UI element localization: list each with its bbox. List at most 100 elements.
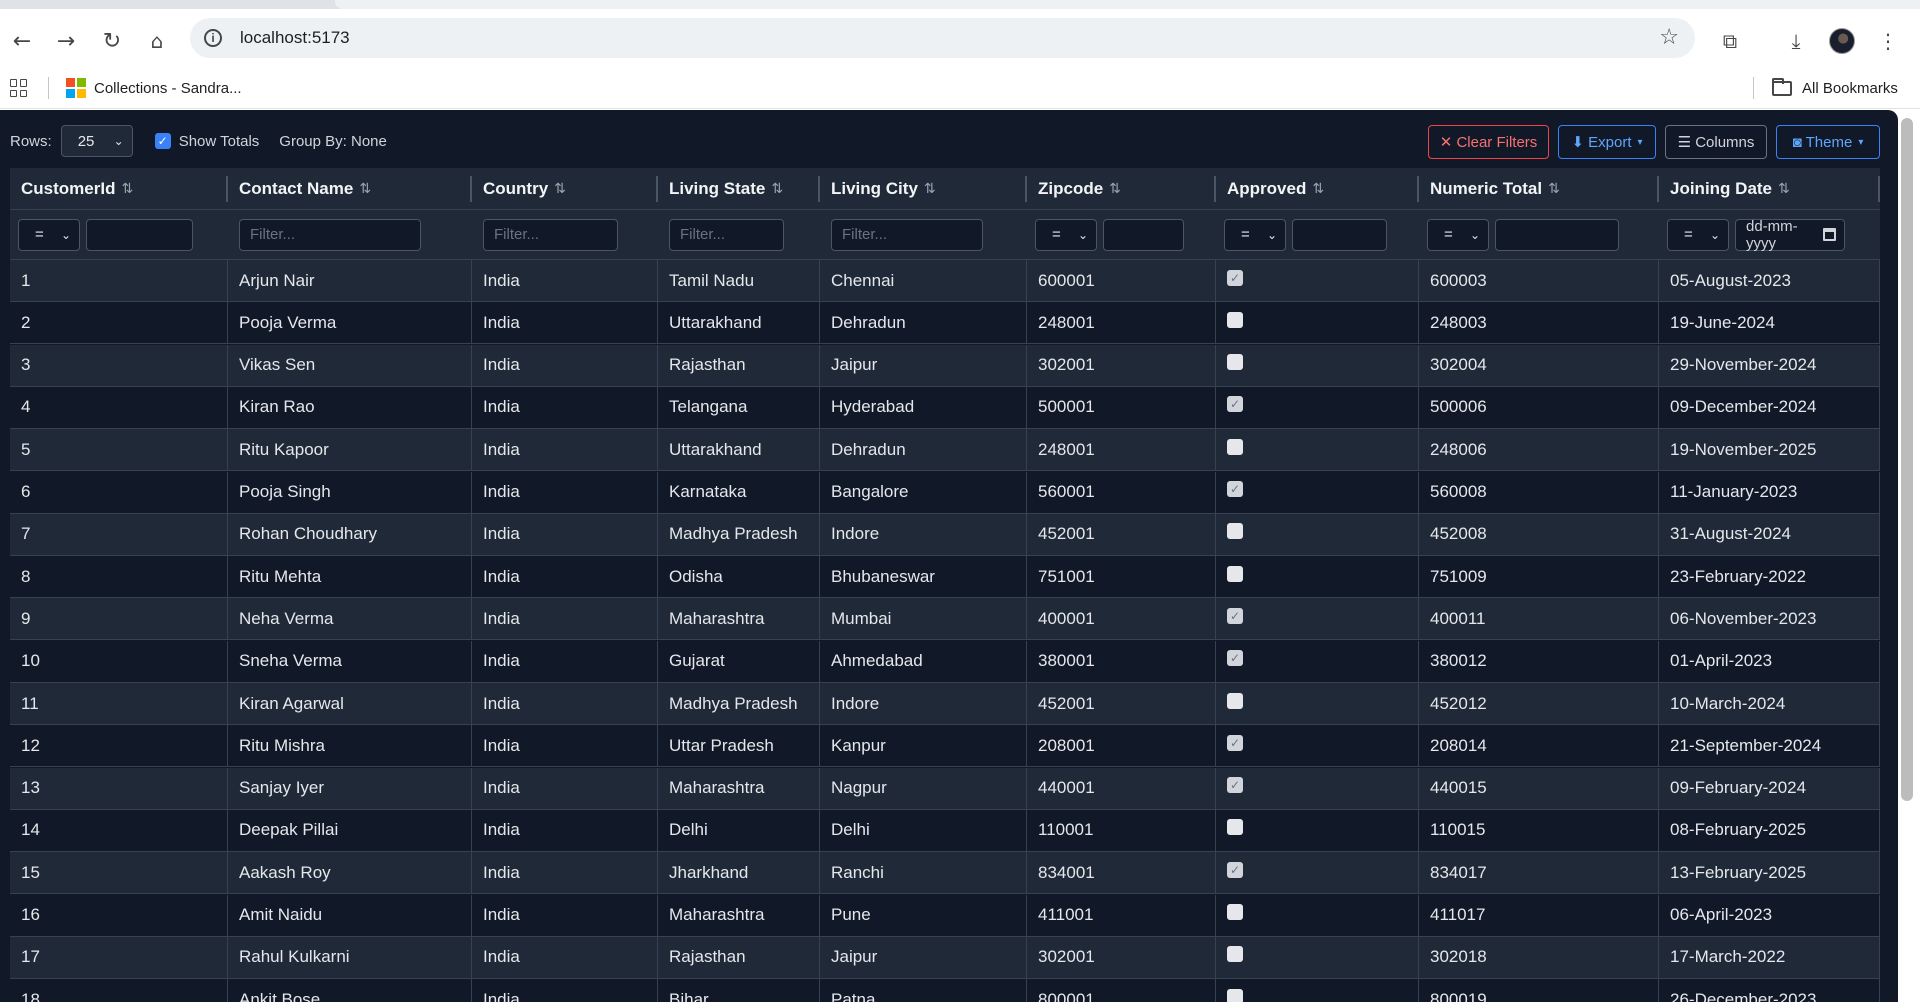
puzzle-icon[interactable]: ⧉: [1712, 23, 1748, 59]
active-tab[interactable]: [335, 0, 1920, 9]
filter-value-input[interactable]: [1292, 218, 1387, 251]
sort-icon[interactable]: ⇅: [554, 181, 566, 197]
approved-checkbox[interactable]: ✓: [1227, 988, 1243, 1002]
microsoft-logo-icon: [66, 78, 86, 98]
table-row[interactable]: 15 Aakash Roy India Jharkhand Ranchi 834001 ✓ 8…: [10, 852, 1880, 895]
approved-checkbox[interactable]: ✓: [1227, 734, 1243, 751]
sort-icon[interactable]: ⇅: [359, 181, 371, 197]
sort-icon[interactable]: ⇅: [771, 181, 783, 197]
column-header-customerid[interactable]: CustomerId ⇅: [10, 168, 228, 209]
approved-checkbox[interactable]: ✓: [1227, 946, 1243, 963]
filter-input[interactable]: Filter...: [483, 218, 618, 251]
table-row[interactable]: 14Deepak PillaiIndiaDelhiDelhi110001✓110…: [10, 809, 1880, 852]
column-header-numeric-total[interactable]: Numeric Total ⇅: [1419, 168, 1659, 209]
approved-cell: ✓: [1216, 344, 1419, 386]
filter-operator-select[interactable]: = ⌄: [1667, 218, 1729, 251]
approved-checkbox[interactable]: ✓: [1227, 523, 1243, 540]
group-by-label[interactable]: Group By: None: [279, 133, 387, 150]
rows-per-page-select[interactable]: 25 ⌄: [60, 125, 133, 157]
table-row[interactable]: 8Ritu MehtaIndiaOdishaBhubaneswar751001 ✓…: [10, 556, 1880, 599]
approved-checkbox[interactable]: ✓: [1227, 565, 1243, 582]
table-row[interactable]: 17 Rahul Kulkarni India Rajasthan Jaipur 3020…: [10, 936, 1880, 979]
info-icon[interactable]: i: [204, 29, 222, 47]
column-header-zipcode[interactable]: Zipcode ⇅: [1027, 168, 1216, 209]
approved-checkbox[interactable]: ✓: [1227, 396, 1243, 413]
table-row[interactable]: 16Amit NaiduIndiaMaharashtraPune411001 ✓ 4…: [10, 894, 1880, 937]
calendar-icon[interactable]: [1823, 228, 1836, 241]
sort-icon[interactable]: ⇅: [1312, 181, 1324, 197]
approved-checkbox[interactable]: ✓: [1227, 481, 1243, 497]
column-header-contact-name[interactable]: Contact Name ⇅: [228, 168, 472, 209]
profile-avatar[interactable]: [1824, 23, 1860, 59]
table-row[interactable]: 12 Ritu Mishra India Uttar Pradesh Kanpur 208…: [10, 725, 1880, 768]
column-header-living-city[interactable]: Living City ⇅: [820, 168, 1027, 209]
table-row[interactable]: 9 Neha Verma India Maharashtra Mumbai 400001 ✓…: [10, 598, 1880, 641]
approved-checkbox[interactable]: ✓: [1227, 311, 1243, 328]
approved-checkbox[interactable]: ✓: [1227, 861, 1243, 878]
date-filter-input[interactable]: dd-mm-yyyy: [1735, 218, 1845, 252]
approved-checkbox[interactable]: ✓: [1227, 650, 1243, 667]
bookmark-collections[interactable]: Collections - Sandra...: [66, 75, 242, 101]
arrow-forward-icon[interactable]: →: [48, 23, 84, 59]
scrollbar-thumb[interactable]: [1901, 118, 1913, 801]
kebab-menu-icon[interactable]: ⋮: [1870, 23, 1906, 59]
approved-checkbox[interactable]: ✓: [1227, 354, 1243, 371]
column-header-joining-date[interactable]: Joining Date ⇅: [1659, 168, 1880, 209]
star-icon[interactable]: ☆: [1659, 25, 1679, 50]
table-row[interactable]: 13 Sanjay Iyer India Maharashtra Nagpur 44000…: [10, 767, 1880, 810]
table-row[interactable]: 10 Sneha Verma India Gujarat Ahmedabad 380001…: [10, 640, 1880, 683]
filter-operator-select[interactable]: = ⌄: [1035, 218, 1097, 251]
table-row[interactable]: 1 Arjun Nair India Tamil Nadu Chennai 600001 ✓…: [10, 260, 1880, 302]
filter-value-input[interactable]: [86, 218, 193, 251]
all-bookmarks-button[interactable]: All Bookmarks: [1772, 75, 1898, 101]
arrow-back-icon[interactable]: ←: [4, 23, 40, 59]
approved-checkbox[interactable]: ✓: [1227, 777, 1243, 794]
avatar[interactable]: [1829, 28, 1855, 54]
approved-checkbox[interactable]: ✓: [1227, 904, 1243, 920]
column-header-living-state[interactable]: Living State ⇅: [658, 168, 820, 209]
filter-operator-select[interactable]: = ⌄: [1224, 218, 1286, 251]
approved-checkbox[interactable]: ✓: [1227, 269, 1243, 286]
filter-operator-select[interactable]: = ⌄: [18, 218, 80, 251]
url-text[interactable]: localhost:5173: [240, 28, 350, 48]
sort-icon[interactable]: ⇅: [1548, 181, 1560, 197]
address-bar[interactable]: i localhost:5173 ☆: [190, 18, 1695, 58]
table-row[interactable]: 4 Kiran Rao India Telangana Hyderabad 500001 ✓…: [10, 386, 1880, 429]
table-row[interactable]: 3Vikas SenIndiaRajasthanJaipur302001 ✓ 302…: [10, 344, 1880, 387]
filter-value-input[interactable]: [1495, 218, 1619, 251]
sort-icon[interactable]: ⇅: [1109, 181, 1121, 197]
sort-icon[interactable]: ⇅: [121, 181, 133, 197]
table-row[interactable]: 18Ankit BoseIndiaBiharPatna800001 ✓ 800019…: [10, 979, 1880, 1002]
table-row[interactable]: 11 Kiran Agarwal India Madhya Pradesh Indore…: [10, 683, 1880, 725]
filter-value-input[interactable]: [1103, 218, 1184, 251]
columns-button[interactable]: ☰ Columns: [1665, 125, 1767, 159]
column-header-country[interactable]: Country ⇅: [472, 168, 658, 209]
approved-checkbox[interactable]: ✓: [1227, 438, 1243, 455]
table-row[interactable]: 6 Pooja Singh India Karnataka Bangalore 56000…: [10, 471, 1880, 514]
export-button[interactable]: ⬇ Export ▾: [1558, 125, 1656, 159]
approved-checkbox[interactable]: ✓: [1227, 692, 1243, 709]
approved-checkbox[interactable]: ✓: [1227, 819, 1243, 836]
download-icon[interactable]: ⤓: [1778, 23, 1814, 59]
approved-checkbox[interactable]: ✓: [1227, 607, 1243, 624]
clear-filters-button[interactable]: ✕ Clear Filters: [1428, 125, 1549, 159]
show-totals-label[interactable]: Show Totals: [179, 133, 260, 150]
show-totals-checkbox[interactable]: ✓: [154, 133, 171, 149]
table-row[interactable]: 7 Rohan Choudhary India Madhya Pradesh Indor…: [10, 513, 1880, 556]
table-filter-row: = ⌄ Filter... Filter... Filter... Filter... = ⌄…: [10, 210, 1880, 260]
sort-icon[interactable]: ⇅: [924, 181, 936, 197]
filter-input[interactable]: Filter...: [669, 218, 784, 251]
table-row[interactable]: 5 Ritu Kapoor India Uttarakhand Dehradun 2480…: [10, 429, 1880, 472]
filter-operator-select[interactable]: = ⌄: [1427, 218, 1489, 251]
filter-input[interactable]: Filter...: [831, 218, 983, 251]
reload-icon[interactable]: ↻: [94, 23, 130, 59]
sort-icon[interactable]: ⇅: [1778, 181, 1790, 197]
table-cell: Ritu Kapoor: [228, 429, 472, 471]
apps-grid-icon[interactable]: [10, 79, 28, 97]
table-cell: Ritu Mehta: [228, 556, 472, 598]
column-header-approved[interactable]: Approved ⇅: [1216, 168, 1419, 209]
table-row[interactable]: 2 Pooja Verma India Uttarakhand Dehradun 2480…: [10, 302, 1880, 345]
filter-input[interactable]: Filter...: [239, 218, 421, 251]
theme-button[interactable]: ◙ Theme ▾: [1776, 125, 1880, 159]
home-icon[interactable]: ⌂: [139, 23, 175, 59]
